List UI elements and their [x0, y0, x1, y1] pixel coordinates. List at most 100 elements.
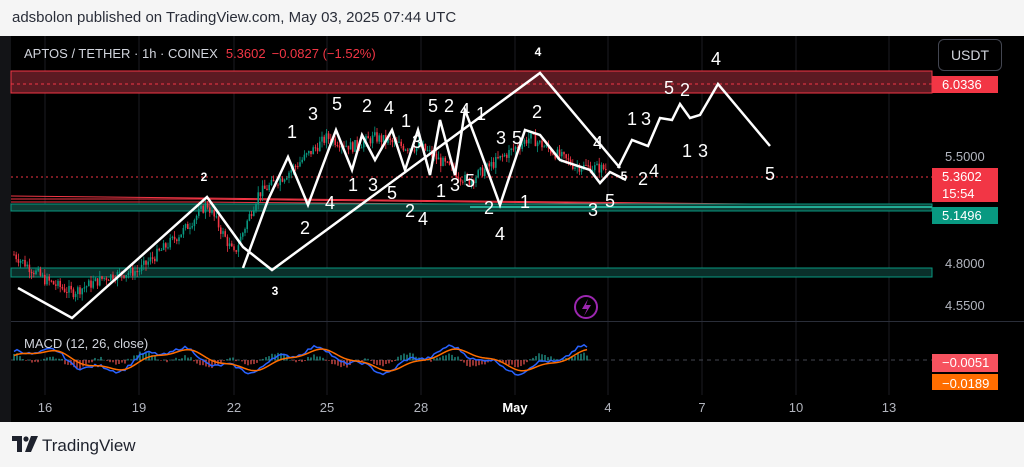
candle-body [580, 169, 583, 172]
candle-body [184, 224, 187, 228]
candle-body [237, 245, 240, 252]
wave-label: 5 [765, 164, 775, 184]
macd-bar [322, 357, 324, 361]
macd-bar [172, 359, 174, 361]
wave-label: 3 [412, 132, 422, 152]
candle-body [246, 220, 248, 230]
candle-body [48, 276, 50, 281]
candle-body [281, 178, 284, 182]
candle-body [585, 164, 587, 166]
wave-label: 2 [444, 96, 454, 116]
price-tick: 5.5000 [945, 149, 985, 164]
macd-bar [184, 355, 186, 361]
footer-brand: TradingView [42, 436, 136, 455]
wave-label: 1 [627, 109, 637, 129]
candle-body [528, 138, 530, 144]
price-change: −0.0827 (−1.52%) [271, 46, 376, 61]
macd-bar [475, 360, 477, 367]
candle-body [283, 179, 286, 182]
pane-divider[interactable] [11, 321, 1024, 322]
macd-bar [409, 352, 411, 361]
macd-bar [400, 355, 402, 361]
candle-body [81, 288, 83, 295]
candle-body [539, 140, 541, 143]
macd-bar [244, 360, 246, 365]
candle-body [404, 149, 407, 151]
candle-body [378, 135, 380, 142]
macd-bar [514, 360, 516, 368]
candle-body [33, 273, 35, 275]
candle-body [250, 214, 253, 216]
lower-support-zone [10, 267, 933, 278]
candle-body [129, 267, 132, 274]
candle-body [88, 280, 90, 287]
macd-bar [115, 360, 117, 365]
wave-label: 4 [593, 133, 603, 153]
wave-label: 4 [495, 224, 505, 244]
candle-body [360, 147, 363, 149]
date-label: 7 [698, 400, 706, 415]
macd-bar [580, 353, 582, 361]
candle-body [512, 148, 515, 150]
date-label: 25 [319, 400, 335, 415]
candle-body [125, 275, 127, 278]
symbol-legend[interactable]: APTOS / TETHER · 1h · COINEX 5.3602 −0.082… [24, 46, 376, 61]
macd-bar [25, 360, 27, 361]
candle-body [103, 278, 105, 280]
candle-body [367, 136, 369, 139]
macd-bar [154, 356, 156, 361]
date-label: 16 [37, 400, 53, 415]
candle-body [398, 141, 400, 143]
candle-body [46, 276, 48, 285]
macd-bar [31, 360, 33, 363]
candle-body [244, 229, 246, 233]
candle-body [354, 140, 356, 152]
macd-bar [199, 360, 201, 366]
last-price: 5.3602 [225, 46, 266, 61]
candle-body [242, 232, 244, 237]
current-price-tag: 5.3602 [932, 168, 998, 185]
macd-bar [451, 354, 453, 361]
wave-label: 2 [362, 96, 372, 116]
macd-label[interactable]: MACD (12, 26, close) [24, 336, 148, 351]
candle-body [17, 259, 20, 263]
macd-bar [97, 359, 99, 361]
candle-body [101, 276, 103, 279]
candle-body [233, 246, 235, 251]
macd-bar [367, 358, 369, 361]
candle-body [68, 285, 70, 293]
currency-button[interactable]: USDT [938, 39, 1002, 71]
candle-body [534, 134, 537, 147]
candle-body [94, 278, 97, 282]
candle-body [541, 140, 543, 148]
macd-bar [94, 357, 96, 361]
price-chart[interactable]: 2 3 4 5 1 3 5 2 4 1 5 2 4 1 3 2 3 5 1 3 … [0, 0, 1024, 467]
candle-body [288, 172, 290, 178]
wave-label: 2 [300, 218, 310, 238]
candle-body [92, 281, 94, 288]
candle-body [314, 147, 317, 149]
macd-bar [247, 360, 249, 366]
candle-body [209, 207, 211, 213]
candle-body [444, 157, 446, 162]
macd-bar [382, 360, 384, 367]
macd-value-tag: −0.0051 [932, 354, 998, 372]
macd-bar [403, 353, 405, 361]
candle-body [22, 259, 24, 261]
candle-body [602, 164, 605, 170]
price-tick: 4.5500 [945, 298, 985, 313]
macd-bar [529, 359, 531, 361]
macd-bar [292, 360, 294, 361]
macd-bar [190, 357, 192, 361]
candle-body [61, 287, 64, 289]
candle-body [459, 178, 462, 182]
candle-body [200, 205, 202, 209]
candle-body [338, 145, 341, 148]
candle-body [105, 278, 108, 280]
candle-body [35, 270, 37, 275]
candle-body [55, 284, 57, 286]
macd-bar [370, 360, 372, 361]
candle-body [72, 289, 75, 298]
candle-body [345, 145, 347, 147]
candle-body [437, 157, 440, 160]
